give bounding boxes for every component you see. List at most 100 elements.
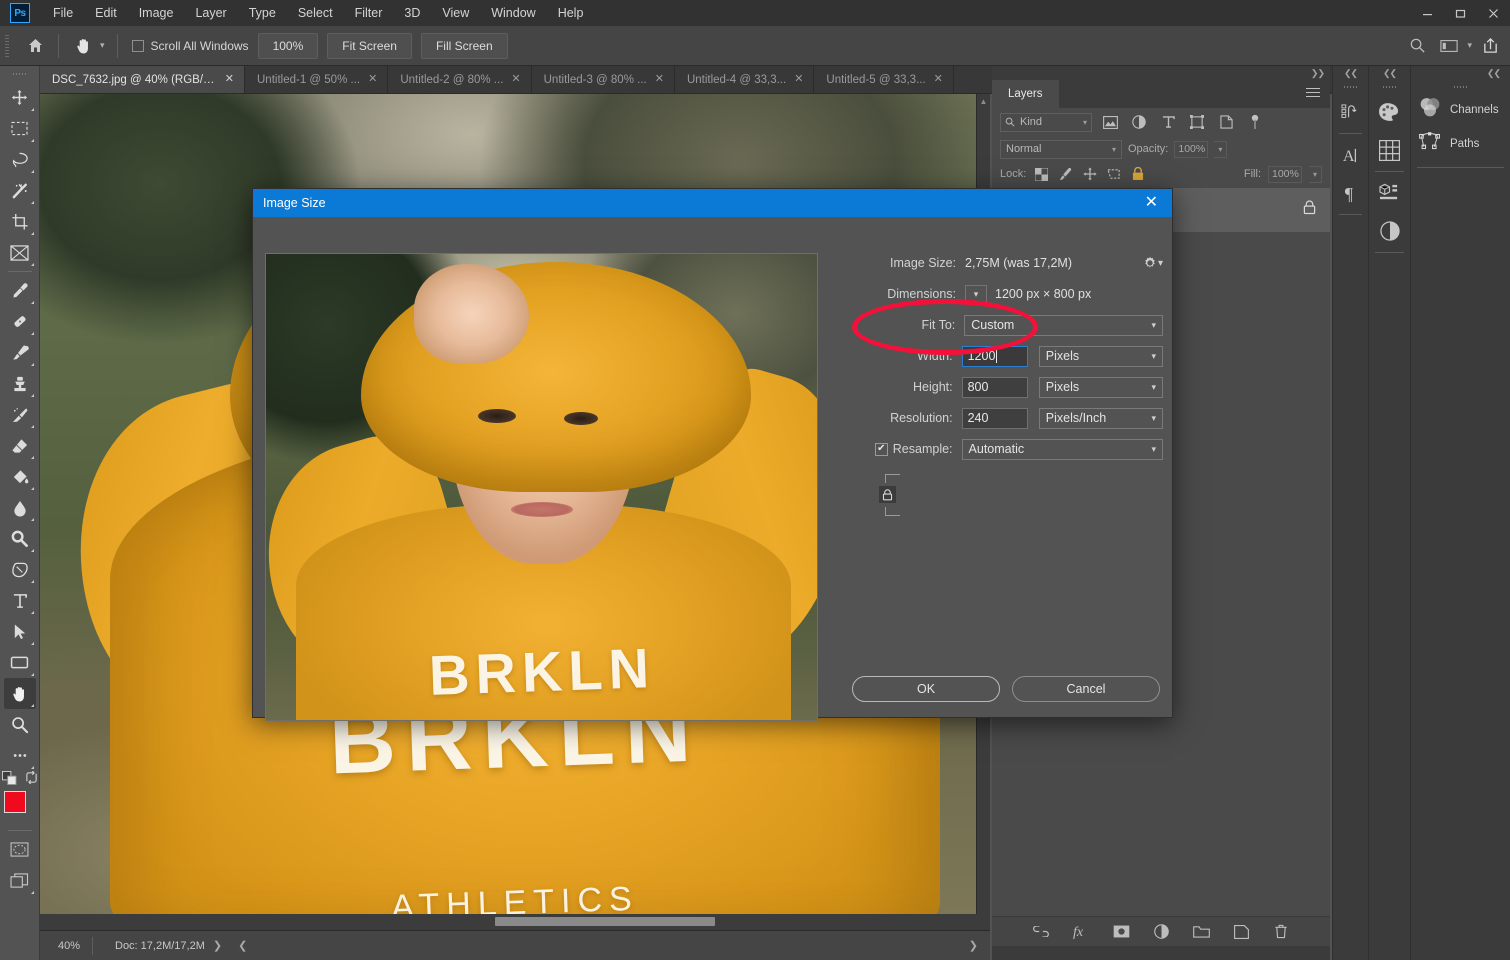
image-preview[interactable]: BRKLN [265,253,818,721]
magic-wand-tool[interactable] [4,175,36,206]
rail-collapse-icon-2[interactable]: ❮❮ [1369,66,1410,80]
fill-slider-icon[interactable]: ▾ [1309,166,1322,183]
menu-3d[interactable]: 3D [393,1,431,25]
tab-close-icon[interactable]: ✕ [368,74,377,85]
lock-position-icon[interactable] [1081,166,1098,183]
add-layer-mask-icon[interactable] [1111,922,1131,942]
menu-filter[interactable]: Filter [344,1,394,25]
dialog-title-bar[interactable]: Image Size ✕ [253,189,1172,217]
history-icon[interactable] [1333,93,1368,131]
foreground-color-swatch[interactable] [4,791,26,813]
menu-file[interactable]: File [42,1,84,25]
rectangle-tool[interactable] [4,647,36,678]
lock-transparent-pixels-icon[interactable] [1033,166,1050,183]
rail-grip[interactable] [1344,83,1358,91]
pattern-grid-icon[interactable] [1369,131,1410,169]
menu-select[interactable]: Select [287,1,344,25]
search-icon[interactable] [1403,32,1431,60]
document-tab-4[interactable]: Untitled-4 @ 33,3... ✕ [675,66,814,93]
tools-panel-grip[interactable] [13,70,27,80]
history-brush-tool[interactable] [4,399,36,430]
resample-select[interactable]: Automatic ▾ [962,439,1163,460]
maximize-icon[interactable] [1444,0,1477,26]
delete-layer-icon[interactable] [1271,922,1291,942]
link-layers-icon[interactable] [1031,922,1051,942]
close-icon[interactable]: ✕ [1141,195,1162,211]
color-swatches[interactable] [3,791,37,827]
rail-collapse-icon[interactable]: ❮❮ [1333,66,1368,80]
tab-layers[interactable]: Layers [992,80,1059,108]
hand-tool[interactable] [4,678,36,709]
3d-panel-icon[interactable] [1369,174,1410,212]
gradient-tool[interactable] [4,461,36,492]
layer-lock-icon[interactable] [1303,200,1316,220]
tab-close-icon[interactable]: ✕ [794,74,803,85]
crop-tool[interactable] [4,206,36,237]
status-expand-icon[interactable]: ❯ [205,939,230,952]
type-tool[interactable] [4,585,36,616]
chevron-down-icon-workspace[interactable]: ▾ [1467,40,1472,51]
pen-tool[interactable] [4,554,36,585]
lock-artboard-icon[interactable] [1105,166,1122,183]
menu-window[interactable]: Window [480,1,546,25]
tab-close-icon[interactable]: ✕ [511,74,520,85]
clone-stamp-tool[interactable] [4,368,36,399]
scrollbar-thumb[interactable] [495,917,715,926]
zoom-tool[interactable] [4,709,36,740]
brush-tool[interactable] [4,337,36,368]
blur-tool[interactable] [4,492,36,523]
character-icon[interactable]: A [1333,136,1368,174]
active-tool-preset[interactable]: ▾ [67,34,109,58]
opacity-value[interactable]: 100% [1174,141,1208,158]
workspace-icon[interactable] [1435,32,1463,60]
menu-view[interactable]: View [431,1,480,25]
layer-style-fx-icon[interactable]: fx [1071,922,1091,942]
resolution-unit-select[interactable]: Pixels/Inch ▾ [1039,408,1163,429]
screen-mode-tool[interactable] [4,865,36,896]
panel-channels[interactable]: Channels [1411,93,1510,127]
document-tab-2[interactable]: Untitled-2 @ 80% ... ✕ [388,66,531,93]
document-tab-3[interactable]: Untitled-3 @ 80% ... ✕ [532,66,675,93]
gear-icon[interactable]: ▾ [1143,256,1163,270]
path-selection-tool[interactable] [4,616,36,647]
eyedropper-tool[interactable] [4,275,36,306]
resample-checkbox[interactable]: ✔ [875,443,888,456]
chevron-down-icon-dimensions[interactable]: ▾ [965,285,987,303]
cancel-button[interactable]: Cancel [1012,676,1160,702]
canvas-horizontal-scrollbar[interactable] [40,914,990,930]
quick-mask-tool[interactable] [4,834,36,865]
document-tab-5[interactable]: Untitled-5 @ 33,3... ✕ [814,66,953,93]
lasso-tool[interactable] [4,144,36,175]
resolution-input[interactable]: 240 [962,408,1028,429]
options-bar-grip[interactable] [4,35,12,57]
panel-paths[interactable]: Paths [1411,127,1510,161]
fill-value[interactable]: 100% [1268,166,1302,183]
scroll-up-icon[interactable]: ▲ [977,94,990,109]
tab-close-icon[interactable]: ✕ [655,74,664,85]
shape-filter-icon[interactable] [1186,112,1208,132]
ok-button[interactable]: OK [852,676,1000,702]
paragraph-icon[interactable]: ¶ [1333,174,1368,212]
width-input[interactable]: 1200 [962,346,1028,367]
frame-tool[interactable] [4,237,36,268]
move-tool[interactable] [4,82,36,113]
filter-kind-select[interactable]: Kind ▾ [1000,113,1092,132]
zoom-100-button[interactable]: 100% [258,33,319,59]
minimize-icon[interactable] [1411,0,1444,26]
edit-toolbar-tool[interactable] [4,740,36,771]
rectangular-marquee-tool[interactable] [4,113,36,144]
status-more-icon[interactable]: ❯ [961,939,990,952]
new-adjustment-layer-icon[interactable] [1151,922,1171,942]
type-filter-icon[interactable] [1157,112,1179,132]
image-size-dialog[interactable]: Image Size ✕ BRKLN [252,188,1173,718]
opacity-slider-icon[interactable]: ▾ [1214,141,1227,158]
color-swatches-icon[interactable] [1369,93,1410,131]
smart-object-filter-icon[interactable] [1215,112,1237,132]
default-colors-icon[interactable] [2,771,17,790]
fill-screen-button[interactable]: Fill Screen [421,33,508,59]
swap-colors-icon[interactable] [25,771,38,789]
image-filter-icon[interactable] [1099,112,1121,132]
new-layer-icon[interactable] [1231,922,1251,942]
document-tab-1[interactable]: Untitled-1 @ 50% ... ✕ [245,66,388,93]
adjustment-filter-icon[interactable] [1128,112,1150,132]
